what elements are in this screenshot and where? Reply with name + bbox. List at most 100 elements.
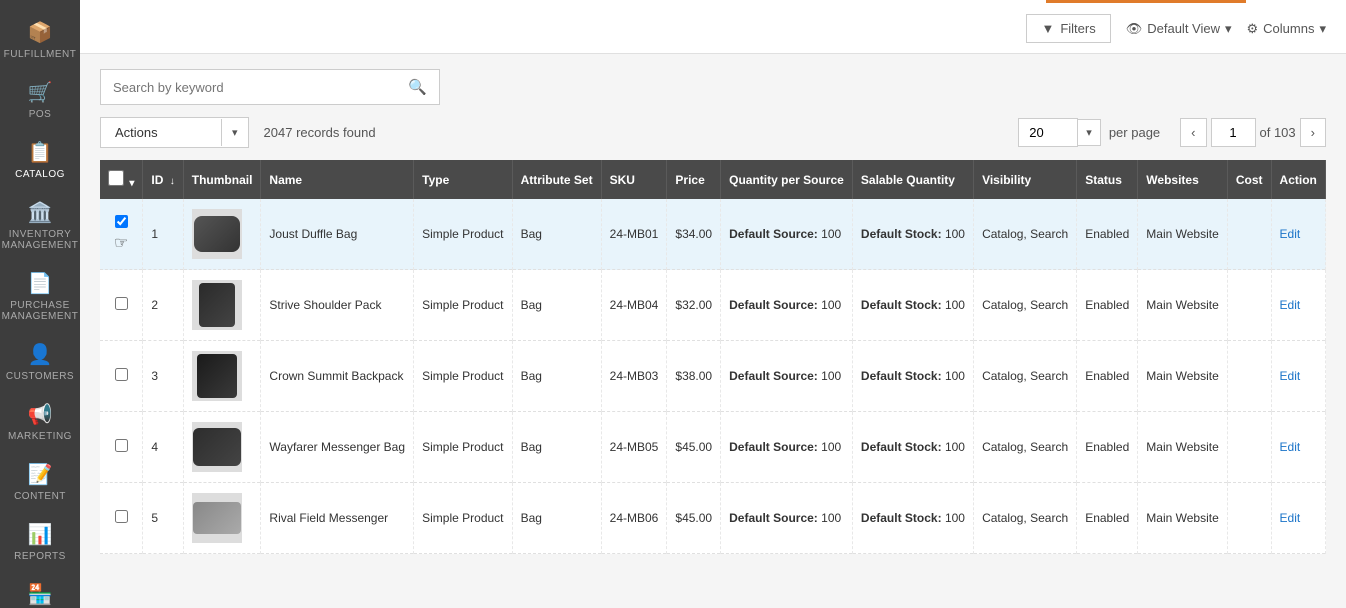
row-checkbox-3[interactable] — [115, 439, 128, 452]
row-status: Enabled — [1077, 270, 1138, 341]
sidebar-label-marketing: MARKETING — [8, 431, 72, 442]
catalog-icon: 📋 — [28, 140, 53, 165]
row-type: Simple Product — [414, 412, 512, 483]
actions-dropdown[interactable]: Actions ▾ — [100, 117, 249, 148]
th-arrow-icon: ▾ — [129, 178, 134, 189]
row-checkbox-4[interactable] — [115, 510, 128, 523]
th-sku: SKU — [601, 160, 667, 199]
row-websites: Main Website — [1138, 270, 1228, 341]
row-name: Strive Shoulder Pack — [261, 270, 414, 341]
row-visibility: Catalog, Search — [974, 199, 1077, 270]
pagination: ‹ of 103 › — [1180, 118, 1326, 147]
row-checkbox-cell — [100, 412, 143, 483]
sidebar-item-inventory[interactable]: 🏛️ INVENTORY MANAGEMENT — [0, 190, 80, 261]
th-cost: Cost — [1227, 160, 1271, 199]
row-type: Simple Product — [414, 270, 512, 341]
columns-selector[interactable]: ⚙ Columns ▾ — [1247, 21, 1326, 37]
row-checkbox-1[interactable] — [115, 297, 128, 310]
view-selector[interactable]: 👁 Default View ▾ — [1126, 21, 1232, 37]
salable-label: Default Stock: — [861, 298, 942, 312]
gear-icon: ⚙ — [1247, 21, 1259, 37]
edit-link[interactable]: Edit — [1280, 440, 1301, 454]
toolbar-left: Actions ▾ 2047 records found — [100, 117, 376, 148]
th-id[interactable]: ID ↓ — [143, 160, 183, 199]
row-salable-qty: Default Stock: 100 — [852, 341, 973, 412]
row-attribute-set: Bag — [512, 412, 601, 483]
row-checkbox-0[interactable] — [115, 215, 128, 228]
sidebar-item-customers[interactable]: 👤 CUSTOMERS — [0, 332, 80, 392]
row-attribute-set: Bag — [512, 199, 601, 270]
per-page-select: 20 ▾ per page — [1018, 118, 1160, 147]
row-cost — [1227, 483, 1271, 554]
sidebar-label-customers: CUSTOMERS — [6, 371, 74, 382]
row-status: Enabled — [1077, 199, 1138, 270]
row-price: $34.00 — [667, 199, 721, 270]
sidebar-item-purchase[interactable]: 📄 PURCHASE MANAGEMENT — [0, 261, 80, 332]
toolbar: Actions ▾ 2047 records found 20 ▾ per pa… — [100, 117, 1326, 148]
per-page-arrow-icon[interactable]: ▾ — [1078, 119, 1101, 146]
row-thumbnail — [183, 270, 261, 341]
th-status: Status — [1077, 160, 1138, 199]
sidebar-item-pos[interactable]: 🛒 POS — [0, 70, 80, 130]
th-name: Name — [261, 160, 414, 199]
edit-link[interactable]: Edit — [1280, 227, 1301, 241]
row-action: Edit — [1271, 341, 1325, 412]
sidebar-item-content[interactable]: 📝 CONTENT — [0, 452, 80, 512]
table-header-row: ▾ ID ↓ Thumbnail Name Type Attribute Set… — [100, 160, 1326, 199]
select-all-checkbox[interactable] — [108, 170, 124, 186]
sidebar-item-stores[interactable]: 🏪 STORES — [0, 572, 80, 608]
sidebar-item-reports[interactable]: 📊 REPORTS — [0, 512, 80, 572]
product-thumbnail — [192, 422, 242, 472]
sidebar-item-catalog[interactable]: 📋 CATALOG — [0, 130, 80, 190]
row-qty-source: Default Source: 100 — [721, 341, 853, 412]
sidebar-item-marketing[interactable]: 📢 MARKETING — [0, 392, 80, 452]
qty-source-label: Default Source: — [729, 298, 818, 312]
row-action: Edit — [1271, 483, 1325, 554]
search-button[interactable]: 🔍 — [396, 70, 439, 104]
record-count: 2047 records found — [264, 125, 376, 140]
row-cost — [1227, 270, 1271, 341]
main-content: ▼ Filters 👁 Default View ▾ ⚙ Columns ▾ 🔍… — [80, 0, 1346, 608]
row-cost — [1227, 341, 1271, 412]
row-salable-qty: Default Stock: 100 — [852, 199, 973, 270]
sidebar-item-fulfillment[interactable]: 📦 FULFILLMENT — [0, 10, 80, 70]
per-page-input[interactable]: 20 — [1018, 118, 1078, 147]
row-attribute-set: Bag — [512, 483, 601, 554]
columns-label: Columns — [1263, 21, 1314, 36]
page-of-label: of 103 — [1260, 125, 1296, 140]
sidebar-label-purchase: PURCHASE MANAGEMENT — [2, 300, 79, 322]
next-page-button[interactable]: › — [1300, 118, 1326, 147]
row-checkbox-2[interactable] — [115, 368, 128, 381]
filters-button[interactable]: ▼ Filters — [1026, 14, 1110, 43]
products-table: ▾ ID ↓ Thumbnail Name Type Attribute Set… — [100, 160, 1326, 554]
row-checkbox-cell: ☞ — [100, 199, 143, 270]
row-name: Rival Field Messenger — [261, 483, 414, 554]
row-type: Simple Product — [414, 199, 512, 270]
search-input[interactable] — [101, 72, 396, 103]
row-cost — [1227, 199, 1271, 270]
row-qty-source: Default Source: 100 — [721, 199, 853, 270]
product-thumbnail — [192, 493, 242, 543]
edit-link[interactable]: Edit — [1280, 369, 1301, 383]
row-visibility: Catalog, Search — [974, 270, 1077, 341]
salable-label: Default Stock: — [861, 440, 942, 454]
customers-icon: 👤 — [28, 342, 53, 367]
row-websites: Main Website — [1138, 483, 1228, 554]
row-action: Edit — [1271, 412, 1325, 483]
prev-page-button[interactable]: ‹ — [1180, 118, 1206, 147]
sidebar-label-inventory: INVENTORY MANAGEMENT — [2, 229, 79, 251]
purchase-icon: 📄 — [28, 271, 53, 296]
row-websites: Main Website — [1138, 412, 1228, 483]
edit-link[interactable]: Edit — [1280, 511, 1301, 525]
page-number-input[interactable] — [1211, 118, 1256, 147]
row-name: Crown Summit Backpack — [261, 341, 414, 412]
inventory-icon: 🏛️ — [28, 200, 53, 225]
edit-link[interactable]: Edit — [1280, 298, 1301, 312]
th-price: Price — [667, 160, 721, 199]
row-visibility: Catalog, Search — [974, 412, 1077, 483]
sidebar-label-reports: REPORTS — [14, 551, 66, 562]
qty-source-label: Default Source: — [729, 227, 818, 241]
salable-label: Default Stock: — [861, 511, 942, 525]
row-checkbox-cell — [100, 483, 143, 554]
row-attribute-set: Bag — [512, 270, 601, 341]
